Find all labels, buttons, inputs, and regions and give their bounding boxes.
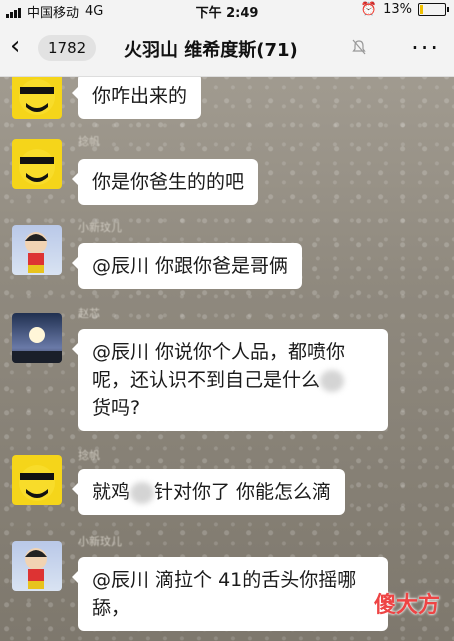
message-bubble[interactable]: 你咋出来的	[71, 77, 202, 119]
avatar[interactable]	[12, 77, 62, 119]
message-bubble[interactable]: @辰川 滴拉个 41的舌头你摇哪 舔，	[72, 557, 388, 631]
sender-name: 赵芯	[78, 307, 100, 320]
group-title: 火羽山 维希度斯(71)	[124, 40, 298, 61]
message-list[interactable]: 你咋出来的 捻帆 你是你爸生的的吧 小新玟儿 @辰川 你跟你爸是哥俩 赵芯 @辰…	[0, 77, 454, 641]
message-text: 舔，	[92, 597, 131, 619]
message-bubble[interactable]: 你是你爸生的的吧	[71, 159, 259, 205]
watermark-logo: 傻大方	[373, 593, 440, 618]
alarm-icon: ⏰	[360, 2, 378, 17]
redacted-blur	[130, 481, 155, 504]
avatar[interactable]	[12, 225, 62, 275]
sender-name: 小新玟儿	[78, 535, 122, 548]
sender-name: 小新玟儿	[78, 221, 122, 234]
battery-icon	[418, 3, 449, 16]
message-text: 呢，还认识不到自己是什么	[92, 369, 321, 391]
message-text: 货吗?	[92, 397, 141, 419]
sender-name: 捻帆	[78, 135, 100, 148]
back-arrow-icon[interactable]: ‹	[10, 33, 34, 59]
unread-count-badge[interactable]: 1782	[38, 35, 97, 61]
chat-header: ‹ 1782 火羽山 维希度斯(71) ···	[0, 20, 454, 77]
avatar[interactable]	[12, 541, 62, 591]
message-text: @辰川 你说你个人品，都喷你	[92, 341, 346, 363]
status-bar: 中国移动 4G 下午 2:49 ⏰ 13%	[0, 0, 454, 21]
battery-percent: 13%	[383, 2, 412, 17]
avatar[interactable]	[12, 313, 62, 363]
message-bubble[interactable]: 就鸡 针对你了 你能怎么滴	[71, 469, 346, 515]
message-bubble[interactable]: @辰川 你说你个人品，都喷你 呢，还认识不到自己是什么 货吗?	[72, 329, 388, 431]
avatar[interactable]	[12, 455, 62, 505]
sender-name: 捻帆	[78, 449, 100, 462]
message-text: 就鸡	[92, 481, 131, 503]
redacted-blur	[320, 369, 345, 392]
message-text: 针对你了 你能怎么滴	[154, 481, 332, 503]
message-bubble[interactable]: @辰川 你跟你爸是哥俩	[71, 243, 303, 289]
message-text: @辰川 滴拉个 41的舌头你摇哪	[92, 569, 357, 591]
avatar[interactable]	[12, 139, 62, 189]
mute-bell-icon	[352, 39, 366, 55]
more-options-icon[interactable]: ···	[411, 34, 440, 62]
